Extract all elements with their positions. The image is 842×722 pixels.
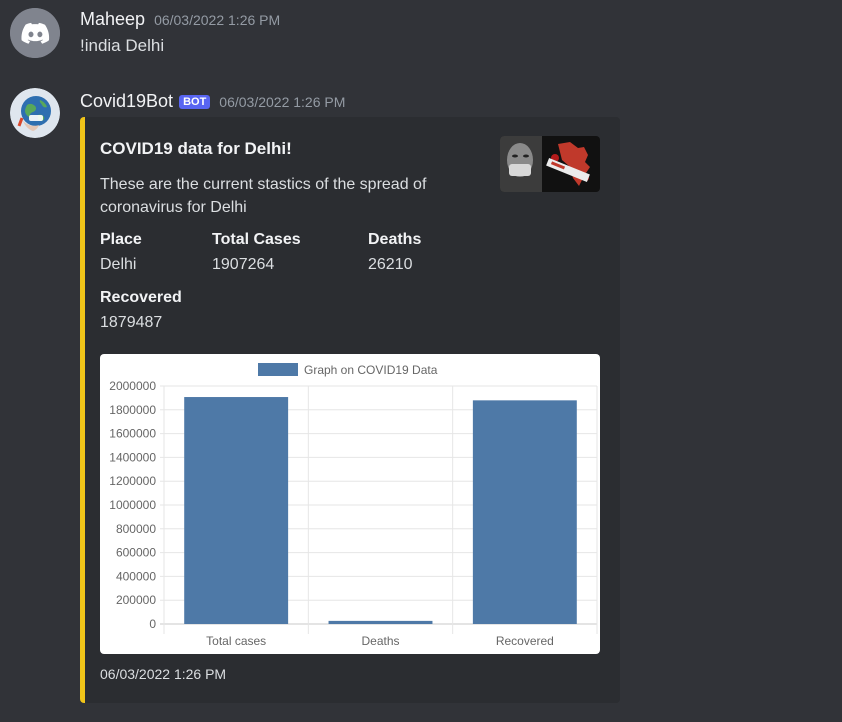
message-header: Maheep 06/03/2022 1:26 PM	[80, 9, 280, 30]
legend-swatch	[258, 363, 298, 376]
chart-image[interactable]: Graph on COVID19 Data 0 200000 400000 600000…	[100, 354, 600, 654]
message-content: !india Delhi	[80, 36, 165, 55]
y-tick-label: 1600000	[109, 427, 156, 441]
username[interactable]: Maheep	[80, 9, 145, 30]
bar	[184, 397, 289, 624]
embed-title: COVID19 data for Delhi!	[100, 139, 292, 158]
field-deaths: Deaths 26210	[368, 230, 421, 275]
field-name: Deaths	[368, 231, 422, 248]
y-tick-label: 1800000	[109, 403, 156, 417]
x-tick-label: Recovered	[496, 634, 554, 648]
field-recovered: Recovered 1879487	[100, 288, 182, 333]
y-tick-label: 1200000	[109, 474, 156, 488]
y-tick-label: 600000	[116, 546, 156, 560]
bot-avatar[interactable]	[10, 88, 60, 138]
embed-footer: 06/03/2022 1:26 PM	[100, 666, 227, 682]
field-value: 1879487	[100, 314, 163, 331]
embed-description: These are the current stastics of the sp…	[100, 176, 427, 216]
y-tick-label: 200000	[116, 593, 156, 607]
x-tick-label: Deaths	[361, 634, 399, 648]
message-header: Covid19Bot BOT 06/03/2022 1:26 PM	[80, 91, 345, 112]
field-total-cases: Total Cases 1907264	[212, 230, 301, 275]
bot-badge: BOT	[179, 95, 211, 109]
bar-chart: Graph on COVID19 Data 0 200000 400000 600000…	[109, 363, 598, 648]
y-tick-label: 2000000	[109, 379, 156, 393]
y-tick-label: 800000	[116, 522, 156, 536]
y-tick-label: 1400000	[109, 450, 156, 464]
field-place: Place Delhi	[100, 230, 142, 275]
field-value: 26210	[368, 256, 413, 273]
x-tick-label: Total cases	[206, 634, 266, 648]
y-tick-label: 0	[149, 617, 156, 631]
timestamp: 06/03/2022 1:26 PM	[219, 94, 346, 110]
discord-avatar[interactable]	[10, 8, 60, 58]
field-name: Total Cases	[212, 231, 301, 248]
embed-thumbnail[interactable]	[500, 136, 600, 192]
embed: COVID19 data for Delhi! These are the cu…	[80, 117, 620, 703]
field-value: 1907264	[212, 256, 275, 273]
globe-avatar-icon	[10, 88, 60, 138]
field-name: Place	[100, 231, 142, 248]
y-tick-label: 1000000	[109, 498, 156, 512]
discord-logo-icon	[10, 8, 60, 58]
field-value: Delhi	[100, 256, 137, 273]
bar	[328, 620, 433, 624]
y-tick-label: 400000	[116, 569, 156, 583]
username[interactable]: Covid19Bot	[80, 91, 173, 112]
bar	[472, 400, 577, 624]
field-name: Recovered	[100, 289, 182, 306]
timestamp: 06/03/2022 1:26 PM	[154, 12, 281, 28]
thumbnail-image	[500, 136, 600, 192]
legend-label: Graph on COVID19 Data	[304, 363, 438, 377]
